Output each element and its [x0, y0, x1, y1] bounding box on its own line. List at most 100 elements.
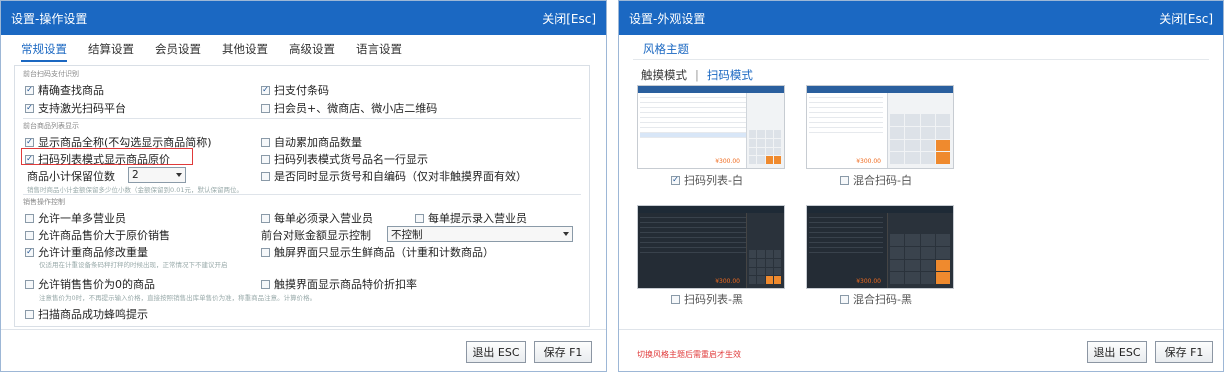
tab-checkout[interactable]: 结算设置 [88, 41, 134, 62]
one-line-display-option[interactable]: 扫码列表模式货号品名一行显示 [261, 151, 428, 167]
special-discount-option[interactable]: 触摸界面显示商品特价折扣率 [261, 276, 417, 292]
option-label: 允许一单多营业员 [38, 212, 126, 225]
chevron-down-icon [563, 232, 569, 236]
checkbox[interactable] [261, 171, 270, 181]
touch-mode-tab[interactable]: 触摸模式 [641, 67, 687, 83]
checkbox[interactable] [25, 103, 34, 113]
checkbox[interactable] [261, 154, 270, 164]
option-label: 每单提示录入营业员 [428, 212, 527, 225]
price-above-original-option[interactable]: 允许商品售价大于原价销售 [25, 227, 170, 243]
theme-link[interactable]: 风格主题 [643, 41, 689, 57]
preview-header [638, 206, 784, 213]
checkbox[interactable] [25, 137, 34, 147]
amount-display-select[interactable]: 不控制 [387, 226, 573, 242]
exact-search-option[interactable]: 精确查找商品 [25, 82, 104, 98]
theme-option-scan-black[interactable]: 扫码列表-黑 [671, 291, 743, 307]
checkbox[interactable] [261, 103, 270, 113]
tab-other[interactable]: 其他设置 [222, 41, 268, 62]
save-button[interactable]: 保存 F1 [534, 341, 592, 363]
prompt-salesman-option[interactable]: 每单提示录入营业员 [415, 210, 527, 226]
exit-button[interactable]: 退出 ESC [1087, 341, 1147, 363]
operation-settings-window: 设置-操作设置 关闭[Esc] 常规设置 结算设置 会员设置 其他设置 高级设置… [0, 0, 607, 372]
theme-option-mixed-black[interactable]: 混合扫码-黑 [840, 291, 912, 307]
laser-scan-option[interactable]: 支持激光扫码平台 [25, 100, 126, 116]
scan-member-qr-option[interactable]: 扫会员+、微商店、微小店二维码 [261, 100, 437, 116]
checkbox[interactable] [415, 213, 424, 223]
option-label: 扫描商品成功蜂鸣提示 [38, 308, 148, 321]
group-title-list: 前台商品列表显示 [23, 122, 79, 130]
select-value: 2 [132, 169, 139, 181]
option-label: 支持激光扫码平台 [38, 102, 126, 115]
scan-mode-tab[interactable]: 扫码模式 [707, 67, 753, 83]
show-code-option[interactable]: 是否同时显示货号和自编码（仅对非触摸界面有效） [261, 168, 527, 184]
checkbox[interactable] [25, 154, 34, 164]
zero-price-option[interactable]: 允许销售售价为0的商品 [25, 276, 155, 292]
tab-member[interactable]: 会员设置 [155, 41, 201, 62]
exit-button[interactable]: 退出 ESC [466, 341, 526, 363]
theme-preview-scan-black[interactable]: ¥300.00 [637, 205, 785, 289]
checkbox[interactable] [25, 85, 34, 95]
scan-pay-code-option[interactable]: 扫支付条码 [261, 82, 329, 98]
theme-preview-mixed-white[interactable]: ¥300.00 [806, 85, 954, 169]
checkbox[interactable] [261, 137, 270, 147]
close-button[interactable]: 关闭[Esc] [542, 10, 596, 27]
checkbox[interactable] [261, 247, 270, 257]
close-button[interactable]: 关闭[Esc] [1159, 10, 1213, 27]
option-label: 触屏界面只显示生鲜商品（计重和计数商品） [274, 246, 494, 259]
decimal-label: 商品小计保留位数 [27, 170, 115, 183]
multi-salesman-option[interactable]: 允许一单多营业员 [25, 210, 126, 226]
checkbox[interactable] [25, 230, 34, 240]
preview-total: ¥300.00 [715, 158, 740, 165]
group-title-scan: 前台扫码支付识别 [23, 70, 79, 78]
checkbox[interactable] [25, 279, 34, 289]
preview-header [807, 86, 953, 93]
weight-hint: 仅适用在计重设备条码秤打秤的时候出现，正常情况下不建议开启 [39, 261, 228, 269]
checkbox[interactable] [25, 309, 34, 319]
preview-total: ¥300.00 [715, 278, 740, 285]
checkbox[interactable] [25, 213, 34, 223]
preview-total: ¥300.00 [856, 158, 881, 165]
chevron-down-icon [176, 173, 182, 177]
preview-sidebar [746, 213, 784, 288]
checkbox[interactable] [840, 175, 849, 185]
edit-weight-option[interactable]: 允许计重商品修改重量 [25, 244, 148, 260]
save-button[interactable]: 保存 F1 [1155, 341, 1213, 363]
option-label: 触摸界面显示商品特价折扣率 [274, 278, 417, 291]
fresh-only-option[interactable]: 触屏界面只显示生鲜商品（计重和计数商品） [261, 244, 494, 260]
beep-option[interactable]: 扫描商品成功蜂鸣提示 [25, 306, 148, 322]
checkbox[interactable] [671, 175, 680, 185]
auto-accumulate-option[interactable]: 自动累加商品数量 [261, 134, 362, 150]
checkbox[interactable] [261, 85, 270, 95]
tab-advanced[interactable]: 高级设置 [289, 41, 335, 62]
theme-label: 扫码列表-白 [684, 174, 743, 187]
restart-warning: 切换风格主题后需重启才生效 [637, 350, 741, 359]
divider [23, 118, 581, 119]
checkbox[interactable] [840, 294, 849, 304]
theme-label: 扫码列表-黑 [684, 293, 743, 306]
footer-bar: 切换风格主题后需重启才生效 退出 ESC 保存 F1 [619, 329, 1223, 371]
option-label: 是否同时显示货号和自编码（仅对非触摸界面有效） [274, 170, 527, 183]
tab-general[interactable]: 常规设置 [21, 41, 67, 62]
theme-label: 混合扫码-白 [853, 174, 912, 187]
divider [633, 59, 1209, 60]
option-label: 精确查找商品 [38, 84, 104, 97]
theme-option-mixed-white[interactable]: 混合扫码-白 [840, 172, 912, 188]
checkbox[interactable] [25, 247, 34, 257]
theme-option-scan-white[interactable]: 扫码列表-白 [671, 172, 743, 188]
checkbox[interactable] [671, 294, 680, 304]
decimal-hint: 销售时商品小计金额保留多少位小数（金额保留到0.01元，默认保留两位。 [27, 186, 243, 194]
option-label: 扫码列表模式显示商品原价 [38, 153, 170, 166]
checkbox[interactable] [261, 279, 270, 289]
option-label: 自动累加商品数量 [274, 136, 362, 149]
theme-preview-scan-white[interactable]: ¥300.00 [637, 85, 785, 169]
checkbox[interactable] [261, 213, 270, 223]
tab-language[interactable]: 语言设置 [356, 41, 402, 62]
window-title: 设置-外观设置 [629, 11, 706, 26]
option-label: 扫会员+、微商店、微小店二维码 [274, 102, 438, 115]
decimal-select[interactable]: 2 [128, 167, 186, 183]
preview-total: ¥300.00 [856, 278, 881, 285]
show-original-price-option[interactable]: 扫码列表模式显示商品原价 [25, 151, 170, 167]
option-label: 允许计重商品修改重量 [38, 246, 148, 259]
require-salesman-option[interactable]: 每单必须录入营业员 [261, 210, 373, 226]
theme-preview-mixed-black[interactable]: ¥300.00 [806, 205, 954, 289]
